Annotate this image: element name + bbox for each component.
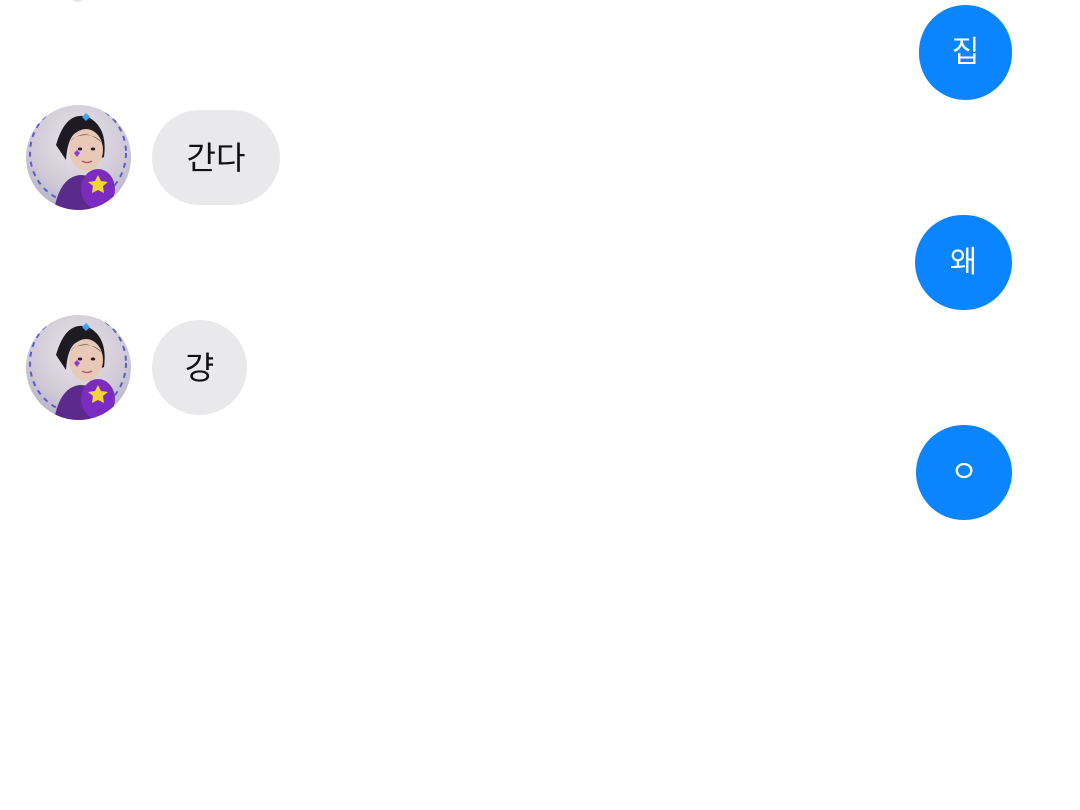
outgoing-message-bubble[interactable]: ㅇ: [916, 425, 1012, 520]
avatar-image: [29, 105, 127, 210]
message-text: 간다: [186, 138, 246, 177]
incoming-message-bubble[interactable]: 걍: [152, 320, 247, 415]
avatar-partial: [70, 0, 86, 2]
message-text: 걍: [184, 348, 215, 387]
message-text: ㅇ: [950, 454, 978, 490]
message-text: 집: [951, 34, 980, 70]
avatar[interactable]: [26, 315, 131, 420]
chat-thread: 집 간다 왜 걍 ㅇ: [0, 0, 1080, 810]
avatar-image: [29, 315, 127, 420]
message-text: 왜: [949, 244, 978, 280]
outgoing-message-bubble[interactable]: 왜: [915, 215, 1012, 310]
avatar[interactable]: [26, 105, 131, 210]
incoming-message-bubble[interactable]: 간다: [152, 110, 280, 205]
outgoing-message-bubble[interactable]: 집: [919, 5, 1012, 100]
